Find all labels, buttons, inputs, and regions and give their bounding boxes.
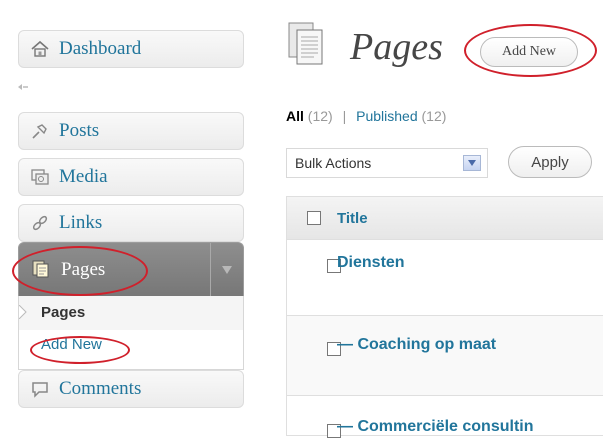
column-title[interactable]: Title	[337, 210, 368, 227]
sidebar-item-posts[interactable]: Posts	[18, 112, 244, 150]
table-row: — Commerciële consultin	[286, 396, 603, 438]
dropdown-arrow-icon[interactable]	[463, 155, 481, 171]
bulk-actions-select[interactable]: Bulk Actions	[286, 148, 488, 178]
pages-icon	[288, 22, 323, 65]
admin-sidebar: Dashboard Posts Media Links Pages Pages …	[0, 0, 262, 416]
main-content: Pages Add New All (12) | Published (12) …	[262, 0, 603, 438]
pages-table: Title Diensten — Coaching op maat — Comm…	[286, 196, 603, 438]
comments-icon	[29, 378, 51, 400]
sidebar-item-pages[interactable]: Pages	[18, 242, 244, 297]
pages-submenu: Pages Add New	[18, 296, 244, 370]
pin-icon	[29, 120, 51, 142]
filter-published[interactable]: Published	[356, 108, 418, 124]
sidebar-item-dashboard[interactable]: Dashboard	[18, 30, 244, 68]
sidebar-item-links[interactable]: Links	[18, 204, 244, 242]
collapse-arrow-icon[interactable]	[18, 84, 28, 90]
submenu-item-add-new[interactable]: Add New	[41, 332, 102, 358]
page-title: Pages	[350, 26, 443, 68]
media-icon	[29, 166, 51, 188]
sidebar-item-label: Media	[59, 166, 108, 187]
sidebar-item-media[interactable]: Media	[18, 158, 244, 196]
home-icon	[29, 38, 51, 60]
sidebar-item-label: Comments	[59, 378, 142, 399]
sidebar-item-label: Posts	[59, 120, 100, 141]
sidebar-item-label: Dashboard	[59, 38, 142, 59]
sidebar-item-label: Pages	[61, 259, 106, 280]
filter-published-count: (12)	[421, 108, 447, 124]
row-title-link[interactable]: Diensten	[337, 254, 405, 272]
status-filters: All (12) | Published (12)	[286, 108, 446, 124]
link-icon	[29, 212, 51, 234]
row-title-link[interactable]: — Coaching op maat	[337, 336, 496, 354]
table-row: — Coaching op maat	[286, 316, 603, 396]
submenu-item-pages[interactable]: Pages	[19, 296, 243, 330]
filter-all[interactable]: All	[286, 108, 304, 124]
table-row: Diensten	[286, 240, 603, 316]
pages-icon	[31, 259, 53, 281]
apply-button[interactable]: Apply	[508, 146, 592, 178]
submenu-toggle[interactable]	[210, 243, 243, 297]
row-title-link[interactable]: — Commerciële consultin	[337, 418, 534, 436]
filter-all-count: (12)	[307, 108, 333, 124]
current-arrow-icon	[19, 305, 27, 319]
filter-separator: |	[342, 108, 347, 124]
sidebar-item-comments[interactable]: Comments	[18, 370, 244, 408]
submenu-item-label: Pages	[41, 304, 86, 321]
table-header: Title	[286, 196, 603, 240]
triangle-down-icon	[222, 266, 232, 274]
sidebar-item-label: Links	[59, 212, 103, 233]
bulk-actions-value: Bulk Actions	[295, 155, 372, 171]
select-all-checkbox[interactable]	[307, 211, 321, 225]
add-new-button[interactable]: Add New	[480, 37, 578, 67]
